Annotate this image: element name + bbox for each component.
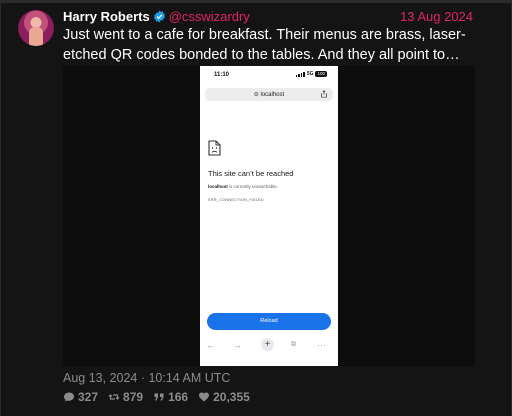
reload-button[interactable]: Reload: [207, 313, 331, 330]
address-bar[interactable]: ⊝ localhost: [205, 88, 333, 101]
tweet-date[interactable]: 13 Aug 2024: [400, 9, 473, 25]
like-count: 20,355: [213, 390, 250, 404]
phone-screenshot: 11:10 5G 100 ⊝ localhost This site can’t…: [200, 66, 338, 366]
retweet-stat[interactable]: 879: [108, 390, 143, 404]
heart-icon: [199, 392, 210, 402]
share-icon[interactable]: [320, 90, 328, 98]
site-info-icon: ⊝: [253, 92, 261, 98]
signal-icon: [295, 71, 305, 77]
quote-count: 166: [168, 390, 189, 404]
phone-status-bar: 11:10 5G 100: [200, 70, 338, 82]
tweet-card: Harry Roberts @csswizardry 13 Aug 2024 Ju…: [0, 0, 512, 416]
author-handle[interactable]: @csswizardry: [169, 9, 250, 24]
error-detail: is currently unreachable.: [227, 184, 279, 189]
verified-badge-icon: [153, 10, 165, 23]
tabs-icon[interactable]: ⧉: [291, 338, 296, 352]
battery-level: 100: [315, 71, 327, 77]
reply-count: 327: [78, 390, 99, 404]
address-url: localhost: [260, 92, 285, 98]
retweet-count: 879: [123, 390, 144, 404]
reply-stat[interactable]: 327: [63, 390, 98, 404]
tweet-header: Harry Roberts @csswizardry 13 Aug 2024: [63, 9, 473, 25]
author-name[interactable]: Harry Roberts: [63, 9, 150, 24]
quote-icon: [154, 393, 164, 401]
network-type: 5G: [306, 71, 314, 77]
tweet-text: Just went to a cafe for breakfast. Their…: [63, 27, 466, 63]
retweet-icon: [108, 394, 120, 400]
sad-document-icon: [208, 140, 221, 156]
browser-toolbar: ← → + ⧉ ···: [200, 338, 338, 352]
more-icon[interactable]: ···: [317, 338, 326, 352]
error-title: This site can’t be reached: [208, 169, 294, 178]
status-time: 11:10: [214, 72, 230, 78]
reply-icon: [64, 392, 74, 402]
avatar[interactable]: [18, 10, 54, 46]
like-stat[interactable]: 20,355: [198, 390, 250, 404]
error-code: ERR_CONNECTION_FAILED: [208, 197, 264, 202]
tweet-timestamp[interactable]: Aug 13, 2024 · 10:14 AM UTC: [63, 371, 230, 385]
tweet-stats: 327 879 166 20,355: [63, 390, 250, 404]
new-tab-icon[interactable]: +: [261, 338, 274, 351]
forward-icon[interactable]: →: [233, 338, 242, 352]
error-host: localhost: [208, 184, 228, 189]
tweet-media[interactable]: 11:10 5G 100 ⊝ localhost This site can’t…: [63, 66, 475, 366]
error-message: localhost is currently unreachable.: [208, 184, 278, 189]
quote-stat[interactable]: 166: [153, 390, 188, 404]
back-icon[interactable]: ←: [206, 338, 215, 352]
